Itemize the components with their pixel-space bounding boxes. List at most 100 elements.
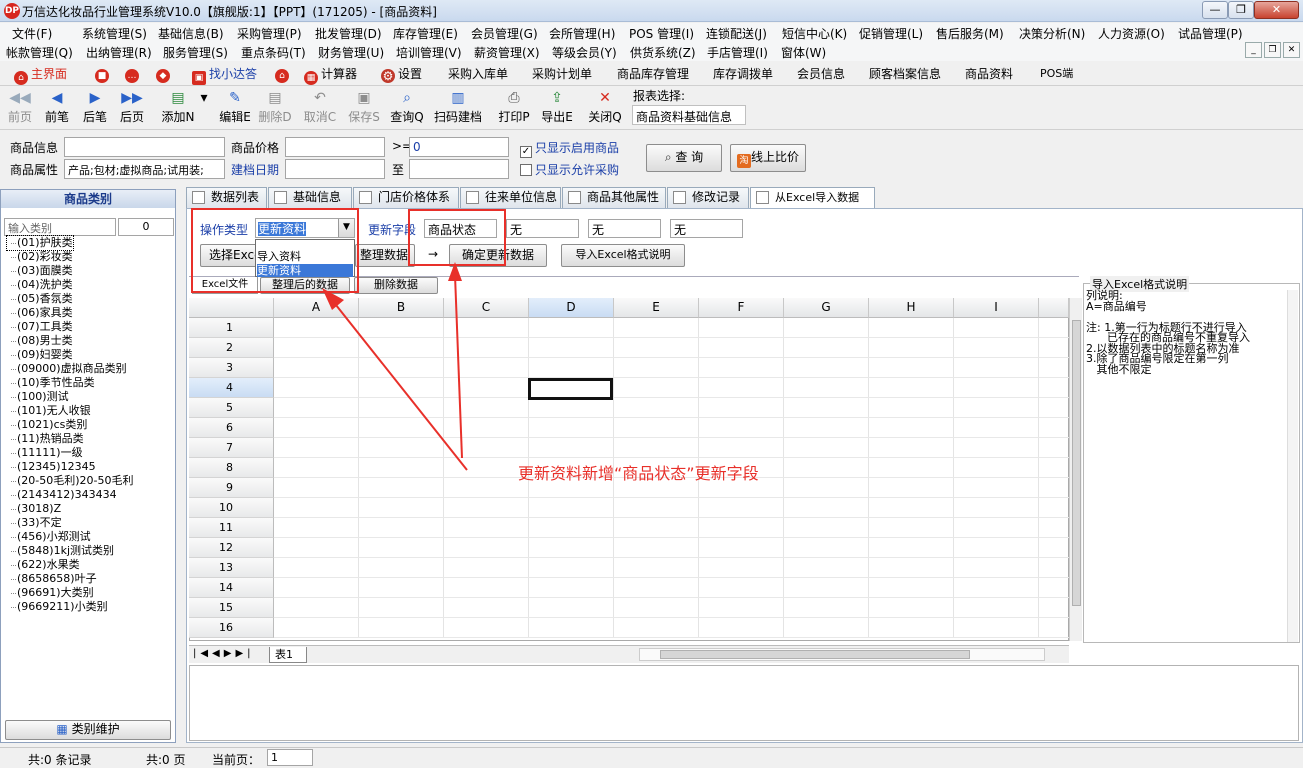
update-field-2[interactable]: 无 — [506, 219, 579, 238]
tab-other-attrs[interactable]: 商品其他属性 — [562, 187, 666, 208]
menu-item-member[interactable]: 会员管理(G) — [471, 25, 538, 42]
link-member-info[interactable]: 会员信息 — [797, 65, 845, 82]
column-header[interactable]: H — [869, 298, 954, 318]
category-item[interactable]: (100)测试 — [7, 390, 173, 404]
menu-item-distribution[interactable]: 连锁配送(J) — [706, 25, 767, 42]
last-page-button[interactable]: ▶▶ 后页 — [114, 88, 150, 125]
format-help-button[interactable]: 导入Excel格式说明 — [561, 244, 685, 267]
link-purchase-plan[interactable]: 采购计划单 — [532, 65, 592, 82]
update-field-4[interactable]: 无 — [670, 219, 743, 238]
cancel-button[interactable]: ↶ 取消C — [301, 88, 339, 125]
menu-item-pos[interactable]: POS 管理(I) — [629, 25, 694, 42]
link-purchase-inbound[interactable]: 采购入库单 — [448, 65, 508, 82]
product-info-input[interactable] — [64, 137, 225, 157]
close-window-button[interactable]: ✕ — [1254, 1, 1299, 19]
link-customer-files[interactable]: 顾客档案信息 — [869, 65, 941, 82]
query-button[interactable]: ⌕ 查询Q — [388, 88, 426, 125]
row-header[interactable]: 13 — [189, 558, 274, 578]
restore-button[interactable]: ❐ — [1228, 1, 1254, 19]
sheet-tab-1[interactable]: 表1 — [269, 647, 307, 663]
category-item[interactable]: (09000)虚拟商品类别 — [7, 362, 173, 376]
row-header[interactable]: 6 — [189, 418, 274, 438]
menu-item-window[interactable]: 窗体(W) — [781, 44, 826, 61]
column-header[interactable]: A — [274, 298, 359, 318]
column-header[interactable]: D — [529, 298, 614, 318]
next-record-button[interactable]: ▶ 后笔 — [77, 88, 113, 125]
dropdown-option-update[interactable]: 更新资料 — [257, 264, 353, 277]
tab-change-log[interactable]: 修改记录 — [667, 187, 749, 208]
category-item[interactable]: (12345)12345 — [7, 460, 173, 474]
link-stock-transfer[interactable]: 库存调拨单 — [713, 65, 773, 82]
menu-item-finance[interactable]: 财务管理(U) — [318, 44, 384, 61]
menu-item-salary[interactable]: 薪资管理(X) — [474, 44, 540, 61]
only-enabled-checkbox[interactable]: ✓ 只显示启用商品 — [520, 139, 619, 158]
category-item[interactable]: (02)彩妆类 — [7, 250, 173, 264]
category-item[interactable]: (101)无人收银 — [7, 404, 173, 418]
menu-item-level-member[interactable]: 等级会员(Y) — [552, 44, 617, 61]
add-dropdown-button[interactable]: ▾ — [198, 88, 210, 108]
dropdown-option-import[interactable]: 导入资料 — [257, 250, 353, 264]
menu-item-file[interactable]: 文件(F) — [12, 25, 52, 42]
lock-button[interactable]: ■ — [95, 65, 112, 83]
menu-item-analysis[interactable]: 决策分析(N) — [1019, 25, 1085, 42]
log-area[interactable] — [189, 665, 1299, 741]
close-button[interactable]: ✕ 关闭Q — [585, 88, 625, 125]
row-header[interactable]: 3 — [189, 358, 274, 378]
menu-item-purchase[interactable]: 采购管理(P) — [237, 25, 302, 42]
category-item[interactable]: (8658658)叶子 — [7, 572, 173, 586]
category-item[interactable]: (07)工具类 — [7, 320, 173, 334]
query-filter-button[interactable]: ⌕ 查 询 — [646, 144, 722, 172]
row-header[interactable]: 11 — [189, 518, 274, 538]
row-header[interactable]: 5 — [189, 398, 274, 418]
report-select[interactable]: 商品资料基础信息 — [632, 105, 746, 125]
delete-button[interactable]: ▤ 删除D — [256, 88, 294, 125]
row-header[interactable]: 14 — [189, 578, 274, 598]
menu-item-promotion[interactable]: 促销管理(L) — [859, 25, 923, 42]
category-item[interactable]: (11)热销品类 — [7, 432, 173, 446]
category-maintain-button[interactable]: ▦ 类别维护 — [5, 720, 171, 740]
category-item[interactable]: (08)男士类 — [7, 334, 173, 348]
tab-basic-info[interactable]: 基础信息 — [268, 187, 352, 208]
menu-item-after-sales[interactable]: 售后服务(M) — [936, 25, 1004, 42]
category-item[interactable]: (09)妇婴类 — [7, 348, 173, 362]
menu-item-accounts[interactable]: 帐款管理(Q) — [6, 44, 73, 61]
menu-item-basic-info[interactable]: 基础信息(B) — [158, 25, 224, 42]
menu-item-store[interactable]: 手店管理(I) — [707, 44, 768, 61]
only-purchase-checkbox[interactable]: 只显示允许采购 — [520, 161, 619, 178]
sheet-vscroll-thumb[interactable] — [1072, 320, 1081, 606]
column-header[interactable]: F — [699, 298, 784, 318]
row-header[interactable]: 15 — [189, 598, 274, 618]
category-item[interactable]: (622)水果类 — [7, 558, 173, 572]
export-button[interactable]: ⇪ 导出E — [538, 88, 576, 125]
edit-button[interactable]: ✎ 编辑E — [216, 88, 254, 125]
date-from-input[interactable] — [285, 159, 385, 179]
row-header[interactable]: 9 — [189, 478, 274, 498]
calculator-link[interactable]: ▦ 计算器 — [304, 65, 357, 85]
sheet-hscroll[interactable] — [639, 648, 1045, 661]
category-item[interactable]: (01)护肤类 — [6, 235, 74, 251]
link-pos[interactable]: POS端 — [1040, 65, 1073, 81]
date-to-input[interactable] — [409, 159, 509, 179]
category-item[interactable]: (10)季节性品类 — [7, 376, 173, 390]
category-item[interactable]: (20-50毛利)20-50毛利 — [7, 474, 173, 488]
settings-link[interactable]: ⚙ 设置 — [381, 65, 422, 83]
first-page-button[interactable]: ◀◀ 前页 — [2, 88, 38, 125]
mdi-minimize-button[interactable]: _ — [1245, 42, 1262, 58]
category-item[interactable]: (33)不定 — [7, 516, 173, 530]
current-page-input[interactable]: 1 — [267, 749, 313, 766]
category-item[interactable]: (04)洗护类 — [7, 278, 173, 292]
house-button[interactable]: ⌂ — [275, 65, 292, 83]
row-header[interactable]: 2 — [189, 338, 274, 358]
category-item[interactable]: (9669211)小类别 — [7, 600, 173, 614]
help-vscroll[interactable] — [1287, 290, 1298, 642]
selected-cell[interactable] — [528, 378, 613, 400]
shield-button[interactable]: ◆ — [156, 65, 173, 83]
menu-item-service[interactable]: 服务管理(S) — [163, 44, 228, 61]
category-item[interactable]: (11111)一级 — [7, 446, 173, 460]
column-header[interactable]: I — [954, 298, 1039, 318]
sheet-vscroll[interactable] — [1069, 298, 1082, 641]
link-stock-manage[interactable]: 商品库存管理 — [617, 65, 689, 82]
menu-item-hr[interactable]: 人力资源(O) — [1098, 25, 1165, 42]
update-field-3[interactable]: 无 — [588, 219, 661, 238]
row-header[interactable]: 8 — [189, 458, 274, 478]
